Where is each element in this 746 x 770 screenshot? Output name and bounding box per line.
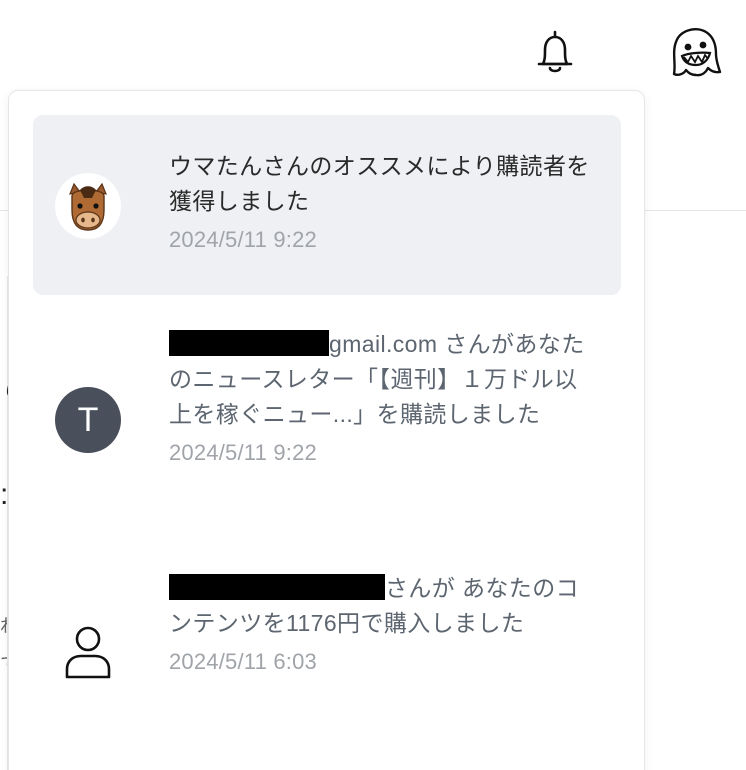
notification-message: ウマたんさんのオススメにより購読者を獲得しました <box>169 153 590 214</box>
notification-timestamp: 2024/5/11 9:22 <box>169 227 317 252</box>
ghost-icon <box>672 28 722 77</box>
notifications-button[interactable] <box>534 28 576 78</box>
bell-icon <box>537 30 573 73</box>
user-icon <box>65 626 111 679</box>
notification-timestamp: 2024/5/11 9:22 <box>169 440 317 465</box>
notification-avatar: T <box>55 387 121 453</box>
notification-message: gmail.com さんがあなたのニュースレター「【週刊】１万ドル以上を稼ぐニュ… <box>169 327 599 432</box>
notification-content: gmail.com さんがあなたのニュースレター「【週刊】１万ドル以上を稼ぐニュ… <box>169 327 599 466</box>
notification-content: ウマたんさんのオススメにより購読者を獲得しました 2024/5/11 9:22 <box>169 149 599 253</box>
background-text-fragment: ね <box>0 612 7 638</box>
horse-face-icon <box>69 182 107 231</box>
notification-item[interactable]: ウマたんさんのオススメにより購読者を獲得しました 2024/5/11 9:22 <box>33 115 621 295</box>
redacted-email <box>169 330 329 356</box>
avatar-initial: T <box>77 400 99 439</box>
notification-timestamp: 2024/5/11 6:03 <box>169 649 317 674</box>
notification-content: さんが あなたのコンテンツを1176円で購入しました 2024/5/11 6:0… <box>169 571 599 675</box>
notification-item[interactable]: T gmail.com さんがあなたのニュースレター「【週刊】１万ドル以上を稼ぐ… <box>33 313 621 525</box>
notifications-dropdown: ウマたんさんのオススメにより購読者を獲得しました 2024/5/11 9:22 … <box>8 90 645 770</box>
notification-avatar <box>55 173 121 239</box>
notification-item[interactable]: さんが あなたのコンテンツを1176円で購入しました 2024/5/11 6:0… <box>33 557 621 747</box>
user-avatar-button[interactable] <box>666 22 722 82</box>
page-content-edge <box>0 276 8 770</box>
notification-message: さんが あなたのコンテンツを1176円で購入しました <box>169 571 599 641</box>
notification-avatar <box>55 619 121 685</box>
background-text-fragment: て <box>0 650 7 676</box>
redacted-username <box>169 574 385 600</box>
